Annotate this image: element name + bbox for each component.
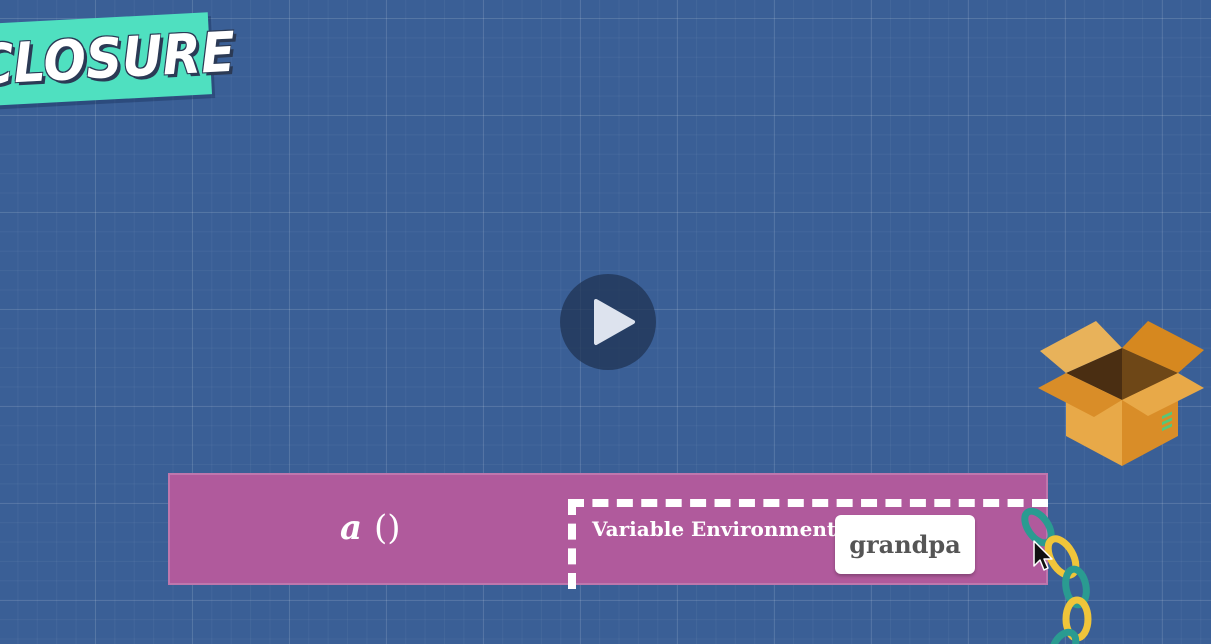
function-label: a ()	[340, 508, 401, 548]
function-name: a	[340, 508, 363, 548]
open-box-icon	[1038, 321, 1204, 466]
variable-chip: grandpa	[835, 515, 975, 574]
variable-environment-box	[568, 499, 1048, 589]
mouse-cursor-icon	[1033, 540, 1053, 571]
title-text: CLOSURE	[0, 20, 237, 98]
play-button[interactable]	[560, 274, 656, 370]
title-banner: CLOSURE	[0, 12, 237, 106]
play-icon	[594, 299, 635, 345]
variable-environment-label: Variable Environment	[592, 517, 837, 541]
chain-icon	[1021, 507, 1092, 644]
function-parens: ()	[374, 508, 401, 548]
